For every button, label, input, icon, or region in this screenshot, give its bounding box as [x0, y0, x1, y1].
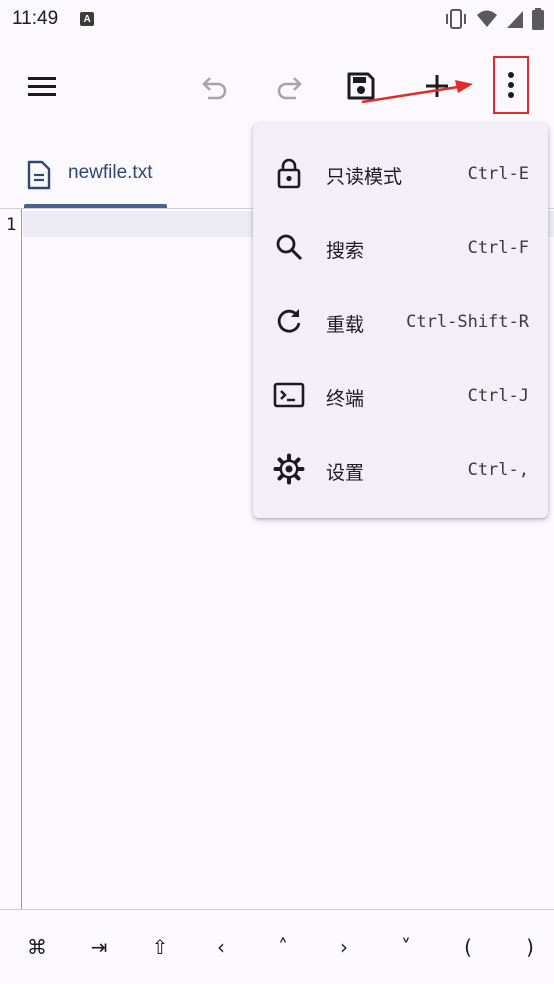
terminal-icon: [273, 379, 305, 411]
save-icon: [347, 72, 375, 100]
arrow-up-key[interactable]: ˄: [268, 932, 298, 962]
lock-icon: [273, 157, 305, 189]
menu-item-readonly[interactable]: 只读模式 Ctrl-E: [253, 136, 548, 210]
menu-item-label: 重载: [326, 314, 365, 336]
signal-icon: [507, 11, 523, 28]
menu-item-shortcut: Ctrl-,: [467, 460, 529, 480]
tab-newfile[interactable]: newfile.txt: [24, 150, 168, 208]
hamburger-menu-icon: [28, 77, 56, 96]
more-options-button[interactable]: [493, 56, 529, 114]
app-notification-icon: A: [80, 12, 95, 26]
command-key[interactable]: ⌘: [22, 932, 52, 962]
vibrate-icon: [446, 9, 466, 29]
arrow-right-key[interactable]: ›: [329, 932, 359, 962]
menu-item-search[interactable]: 搜索 Ctrl-F: [253, 210, 548, 284]
redo-icon: [277, 77, 302, 100]
refresh-icon: [273, 305, 305, 337]
redo-button[interactable]: [271, 68, 307, 104]
arrow-down-key[interactable]: ˅: [391, 932, 421, 962]
status-time: 11:49: [12, 8, 59, 29]
undo-icon: [202, 77, 227, 100]
shift-key[interactable]: ⇧: [145, 932, 175, 962]
menu-item-shortcut: Ctrl-Shift-R: [406, 312, 529, 332]
menu-item-settings[interactable]: 设置 Ctrl-,: [253, 432, 548, 506]
battery-icon: [532, 8, 544, 30]
new-file-button[interactable]: [419, 68, 455, 104]
app-toolbar: [0, 50, 554, 122]
open-paren-key[interactable]: (: [453, 932, 483, 962]
menu-button[interactable]: [24, 68, 60, 104]
menu-item-label: 设置: [326, 462, 365, 484]
menu-item-shortcut: Ctrl-E: [467, 164, 529, 184]
menu-item-shortcut: Ctrl-J: [467, 386, 529, 406]
menu-item-shortcut: Ctrl-F: [467, 238, 529, 258]
status-bar: 11:49 A: [0, 0, 554, 38]
line-number-gutter: 1: [0, 209, 22, 909]
settings-gear-icon: [273, 453, 305, 485]
tab-label: newfile.txt: [68, 162, 153, 183]
document-icon: [27, 160, 51, 190]
tab-key[interactable]: ⇥: [84, 932, 114, 962]
more-vert-icon: [508, 72, 514, 98]
search-icon: [273, 231, 305, 263]
menu-item-label: 搜索: [326, 240, 365, 262]
wifi-icon: [477, 10, 497, 27]
line-number: 1: [6, 215, 17, 235]
menu-item-reload[interactable]: 重载 Ctrl-Shift-R: [253, 284, 548, 358]
overflow-menu: 只读模式 Ctrl-E 搜索 Ctrl-F 重载 Ctrl-Shift-R 终端…: [253, 123, 548, 518]
arrow-left-key[interactable]: ‹: [206, 932, 236, 962]
menu-item-label: 只读模式: [326, 166, 403, 188]
save-button[interactable]: [343, 68, 379, 104]
status-icons: [444, 8, 544, 30]
add-icon: [426, 75, 448, 97]
menu-item-label: 终端: [326, 388, 365, 410]
menu-item-terminal[interactable]: 终端 Ctrl-J: [253, 358, 548, 432]
undo-button[interactable]: [197, 68, 233, 104]
extra-keys-bar: ⌘ ⇥ ⇧ ‹ ˄ › ˅ ( ): [0, 909, 554, 984]
close-paren-key[interactable]: ): [515, 932, 545, 962]
